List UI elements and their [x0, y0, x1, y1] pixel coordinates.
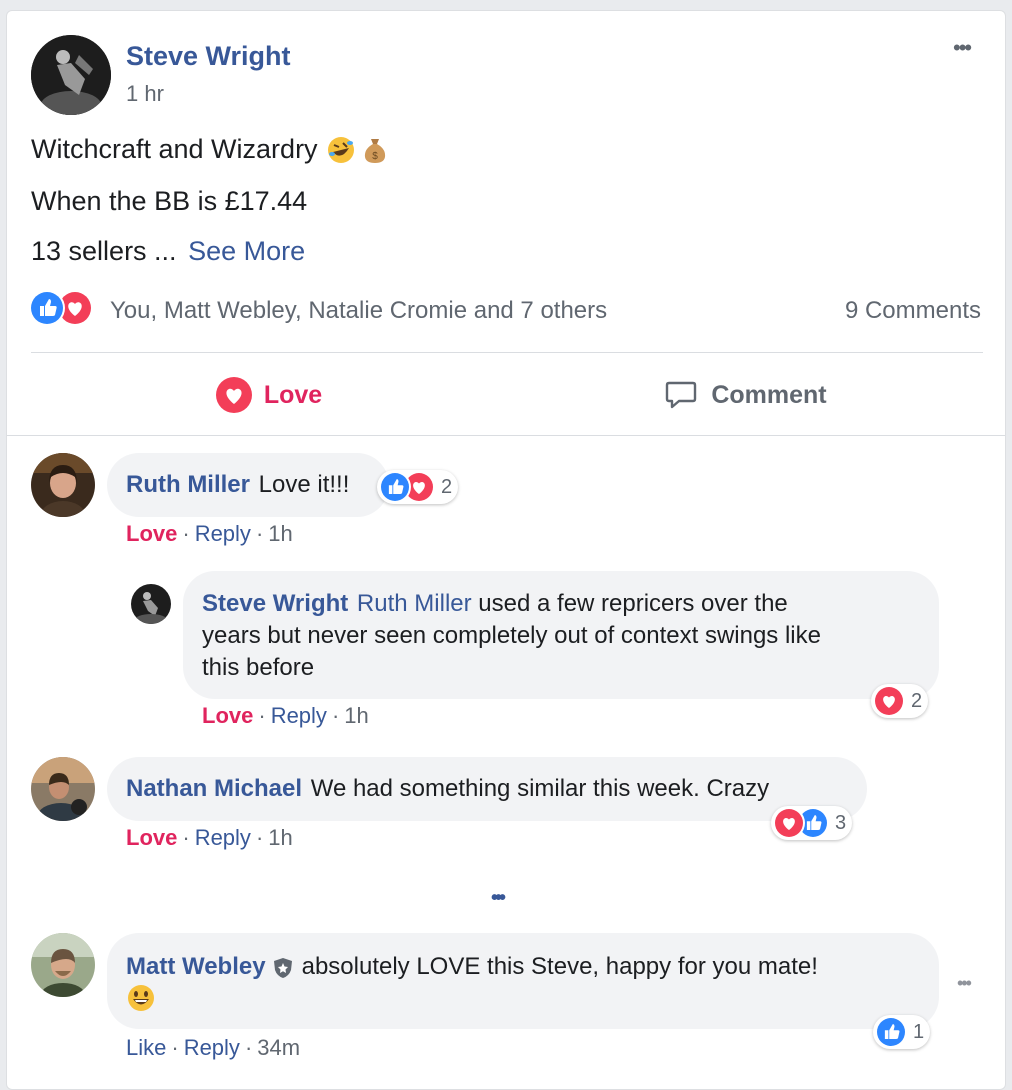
comment-author-name[interactable]: Matt Webley — [126, 951, 266, 983]
commenter-avatar[interactable] — [31, 453, 95, 517]
post-card: Steve Wright 1 hr ••• Witchcraft and Wiz… — [6, 10, 1006, 1090]
heart-icon — [875, 687, 903, 715]
post-options-button[interactable]: ••• — [953, 35, 972, 61]
comment-icon — [663, 377, 699, 413]
comment-actions: Like · Reply · 34m — [126, 1035, 301, 1060]
reply-body-line-1: used a few repricers over the — [478, 590, 788, 617]
post-author-name[interactable]: Steve Wright — [126, 41, 291, 72]
rofl-emoji-icon — [326, 135, 356, 165]
love-button[interactable]: Love — [31, 367, 507, 423]
comments-count[interactable]: 9 Comments — [845, 297, 981, 325]
money-bag-emoji-icon: $ — [360, 135, 390, 165]
reaction-count: 1 — [913, 1020, 925, 1043]
comment-reactions[interactable]: 1 — [873, 1015, 931, 1049]
like-icon — [31, 292, 63, 324]
reaction-count: 2 — [441, 475, 453, 498]
comment-time[interactable]: 1h — [268, 825, 292, 850]
comment-button[interactable]: Comment — [507, 367, 983, 423]
comment-text: Ruth Miller Love it!!! — [126, 471, 349, 499]
reactions-text[interactable]: You, Matt Webley, Natalie Cromie and 7 o… — [110, 297, 607, 325]
heart-icon — [215, 377, 252, 413]
comment-body: absolutely LOVE this Steve, happy for yo… — [301, 953, 818, 980]
reaction-count: 2 — [911, 689, 923, 712]
comment-author-name[interactable]: Nathan Michael — [126, 775, 302, 802]
admin-badge-icon — [272, 956, 294, 978]
reply-time[interactable]: 1h — [344, 703, 368, 728]
grinning-emoji-icon — [126, 983, 158, 1015]
reply-actions: Love · Reply · 1h — [202, 703, 369, 728]
heart-icon — [59, 292, 91, 324]
author-avatar[interactable] — [31, 35, 111, 115]
reply-body-line-3: this before — [202, 654, 315, 681]
reply-body-line-2: years but never seen completely out of c… — [202, 622, 821, 649]
post-text-title: Witchcraft and Wizardry — [31, 134, 318, 164]
commenter-avatar[interactable] — [31, 933, 95, 997]
reply-author-name[interactable]: Steve Wright — [202, 590, 348, 617]
heart-icon — [775, 809, 803, 837]
view-more-comments-button[interactable]: ••• — [491, 887, 506, 910]
svg-text:$: $ — [372, 151, 378, 162]
comment-time[interactable]: 1h — [268, 521, 292, 546]
love-button-label: Love — [263, 380, 323, 409]
post-text-truncated: 13 sellers ... — [31, 236, 177, 266]
reply-love-button[interactable]: Love — [202, 703, 253, 728]
reply-text: Steve Wright Ruth Miller used a few repr… — [202, 588, 932, 684]
mention-link[interactable]: Ruth Miller — [357, 590, 472, 617]
comment-reply-button[interactable]: Reply — [195, 825, 251, 850]
commenter-avatar[interactable] — [31, 757, 95, 821]
post-text-line-3: 13 sellers ... See More — [31, 236, 305, 267]
post-text-line-1: Witchcraft and Wizardry $ — [31, 134, 390, 165]
comment-text: Matt Webley absolutely LOVE this Steve, … — [126, 951, 818, 1015]
comment-button-label: Comment — [711, 380, 827, 409]
comment-reply-button[interactable]: Reply — [184, 1035, 240, 1060]
comment-time[interactable]: 34m — [257, 1035, 300, 1060]
heart-icon — [405, 473, 433, 501]
comment-love-button[interactable]: Love — [126, 825, 177, 850]
reply-reply-button[interactable]: Reply — [271, 703, 327, 728]
reply-avatar[interactable] — [131, 584, 171, 624]
see-more-link[interactable]: See More — [188, 236, 305, 266]
comment-actions: Love · Reply · 1h — [126, 521, 293, 546]
comments-divider — [7, 435, 1005, 436]
comment-reply-button[interactable]: Reply — [195, 521, 251, 546]
like-icon — [877, 1018, 905, 1046]
comment-body: Love it!!! — [258, 471, 350, 498]
comment-reactions[interactable]: 3 — [771, 806, 853, 840]
comment-body: We had something similar this week. Craz… — [310, 775, 770, 802]
comment-reactions[interactable]: 2 — [377, 470, 459, 504]
like-icon — [799, 809, 827, 837]
reaction-count: 3 — [835, 811, 847, 834]
like-icon — [381, 473, 409, 501]
post-text-line-2: When the BB is £17.44 — [31, 186, 308, 216]
comment-options-button[interactable]: ••• — [957, 973, 972, 994]
comment-love-button[interactable]: Love — [126, 521, 177, 546]
divider — [31, 352, 983, 353]
reply-reactions[interactable]: 2 — [871, 684, 929, 718]
comment-author-name[interactable]: Ruth Miller — [126, 471, 250, 498]
post-timestamp[interactable]: 1 hr — [126, 81, 164, 107]
comment-actions: Love · Reply · 1h — [126, 825, 293, 850]
comment-like-button[interactable]: Like — [126, 1035, 166, 1060]
reactions-summary[interactable] — [31, 291, 91, 325]
comment-text: Nathan Michael We had something similar … — [126, 775, 769, 803]
